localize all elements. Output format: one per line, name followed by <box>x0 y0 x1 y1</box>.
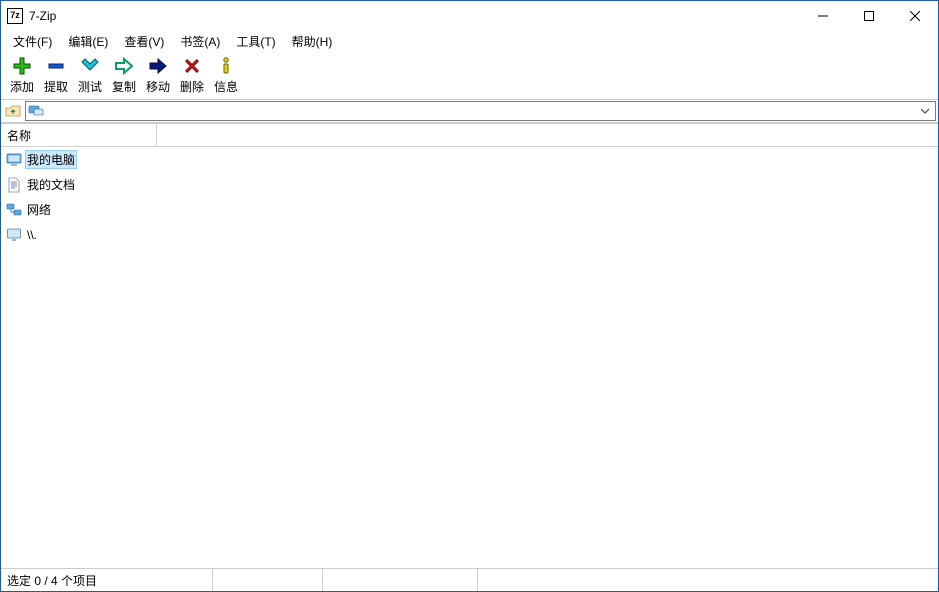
toolbar-delete-label: 删除 <box>180 78 204 95</box>
column-header-name[interactable]: 名称 <box>1 124 157 146</box>
toolbar-move-button[interactable]: 移动 <box>141 54 175 97</box>
network-icon <box>5 202 23 218</box>
toolbar-info-button[interactable]: 信息 <box>209 54 243 97</box>
toolbar-test-label: 测试 <box>78 78 102 95</box>
chevron-down-icon <box>921 107 929 115</box>
menubar: 文件(F) 编辑(E) 查看(V) 书签(A) 工具(T) 帮助(H) <box>1 31 938 52</box>
toolbar-extract-button[interactable]: 提取 <box>39 54 73 97</box>
statusbar-cell-3 <box>323 569 478 591</box>
statusbar-cell-2 <box>213 569 323 591</box>
info-icon <box>214 56 238 76</box>
list-item[interactable]: 我的文档 <box>1 172 938 197</box>
list-item[interactable]: 网络 <box>1 197 938 222</box>
plus-icon <box>10 56 34 76</box>
list-item[interactable]: 我的电脑 <box>1 147 938 172</box>
toolbar-copy-label: 复制 <box>112 78 136 95</box>
list-item-label: 网络 <box>25 200 53 219</box>
toolbar-extract-label: 提取 <box>44 78 68 95</box>
file-listview[interactable]: 名称 我的电脑 我的文档 <box>1 124 938 568</box>
move-arrow-icon <box>146 56 170 76</box>
menu-edit[interactable]: 编辑(E) <box>60 31 116 52</box>
computer-path-icon <box>28 103 44 119</box>
statusbar-cell-4 <box>478 569 938 591</box>
list-item-label: 我的文档 <box>25 175 77 194</box>
menu-help[interactable]: 帮助(H) <box>284 31 341 52</box>
toolbar-test-button[interactable]: 测试 <box>73 54 107 97</box>
toolbar-add-button[interactable]: 添加 <box>5 54 39 97</box>
list-item-label: 我的电脑 <box>25 150 77 169</box>
list-item-label: \\. <box>25 227 39 243</box>
toolbar-delete-button[interactable]: 删除 <box>175 54 209 97</box>
computer-icon <box>5 152 23 168</box>
delete-x-icon <box>180 56 204 76</box>
folder-up-icon <box>5 103 21 119</box>
path-combobox[interactable] <box>25 101 936 121</box>
toolbar: 添加 提取 测试 复制 移动 <box>1 52 938 99</box>
close-button[interactable] <box>892 1 938 31</box>
monitor-icon <box>5 227 23 243</box>
listview-body[interactable]: 我的电脑 我的文档 网络 <box>1 147 938 568</box>
window-title: 7-Zip <box>29 9 56 23</box>
listview-header: 名称 <box>1 124 938 147</box>
statusbar: 选定 0 / 4 个项目 <box>1 568 938 591</box>
toolbar-move-label: 移动 <box>146 78 170 95</box>
copy-arrow-icon <box>112 56 136 76</box>
content-area: 名称 我的电脑 我的文档 <box>1 123 938 568</box>
list-item[interactable]: \\. <box>1 222 938 247</box>
minus-icon <box>44 56 68 76</box>
menu-tools[interactable]: 工具(T) <box>228 31 283 52</box>
toolbar-copy-button[interactable]: 复制 <box>107 54 141 97</box>
toolbar-add-label: 添加 <box>10 78 34 95</box>
statusbar-selection: 选定 0 / 4 个项目 <box>1 569 213 591</box>
toolbar-info-label: 信息 <box>214 78 238 95</box>
menu-view[interactable]: 查看(V) <box>116 31 172 52</box>
menu-bookmarks[interactable]: 书签(A) <box>172 31 228 52</box>
document-icon <box>5 177 23 193</box>
maximize-button[interactable] <box>846 1 892 31</box>
path-dropdown-button[interactable] <box>917 102 933 120</box>
app-icon: 7z <box>7 8 23 24</box>
app-window: 7z 7-Zip 文件(F) 编辑(E) 查看(V) 书签(A) 工具(T) 帮… <box>0 0 939 592</box>
titlebar[interactable]: 7z 7-Zip <box>1 1 938 31</box>
minimize-button[interactable] <box>800 1 846 31</box>
up-one-level-button[interactable] <box>3 101 23 121</box>
addressbar <box>1 99 938 123</box>
check-icon <box>78 56 102 76</box>
menu-file[interactable]: 文件(F) <box>5 31 60 52</box>
